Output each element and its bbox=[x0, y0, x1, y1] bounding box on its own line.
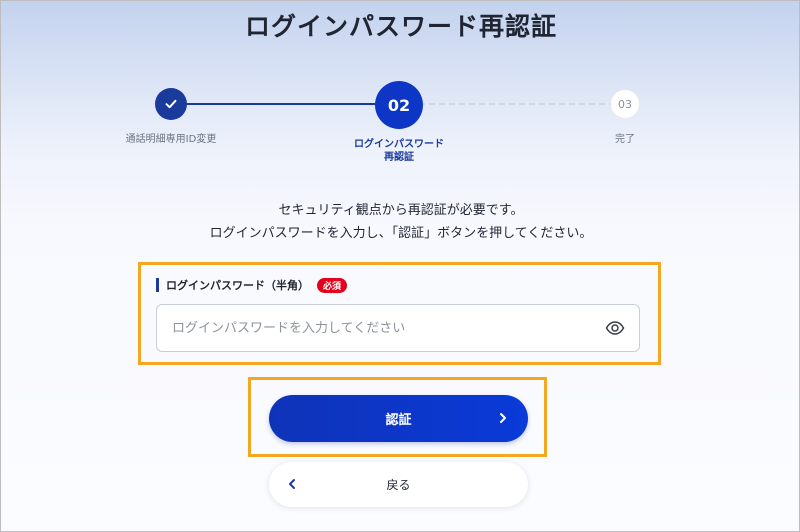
step-3-number: 03 bbox=[618, 97, 632, 111]
app-frame: ログインパスワード再認証 02 03 通話明細専用ID変更 ログインパスワード … bbox=[0, 0, 800, 532]
step-2-current: 02 bbox=[375, 81, 423, 129]
back-button[interactable]: 戻る bbox=[269, 462, 528, 507]
check-icon bbox=[165, 99, 177, 109]
stepper-remaining-line bbox=[399, 103, 625, 105]
page-title: ログインパスワード再認証 bbox=[244, 12, 557, 41]
step-2-number: 02 bbox=[387, 95, 411, 115]
highlight-box-password bbox=[138, 262, 661, 365]
back-button-label: 戻る bbox=[386, 478, 411, 492]
step-3-label: 完了 bbox=[615, 134, 635, 145]
chevron-left-icon bbox=[289, 479, 295, 489]
instruction-line-2: ログインパスワードを入力し、「認証」ボタンを押してください。 bbox=[209, 226, 593, 241]
step-2-label-line1: ログインパスワード bbox=[354, 139, 444, 150]
step-2-label-line2: 再認証 bbox=[384, 152, 414, 163]
step-2-label: ログインパスワード 再認証 bbox=[319, 138, 479, 164]
step-1-label: 通話明細専用ID変更 bbox=[125, 134, 217, 145]
instruction-line-1: セキュリティ観点から再認証が必要です。 bbox=[278, 203, 524, 218]
step-3-upcoming: 03 bbox=[610, 89, 640, 119]
highlight-box-authenticate bbox=[248, 377, 547, 457]
step-1-completed bbox=[155, 88, 187, 120]
stepper-progress-line bbox=[171, 103, 399, 105]
